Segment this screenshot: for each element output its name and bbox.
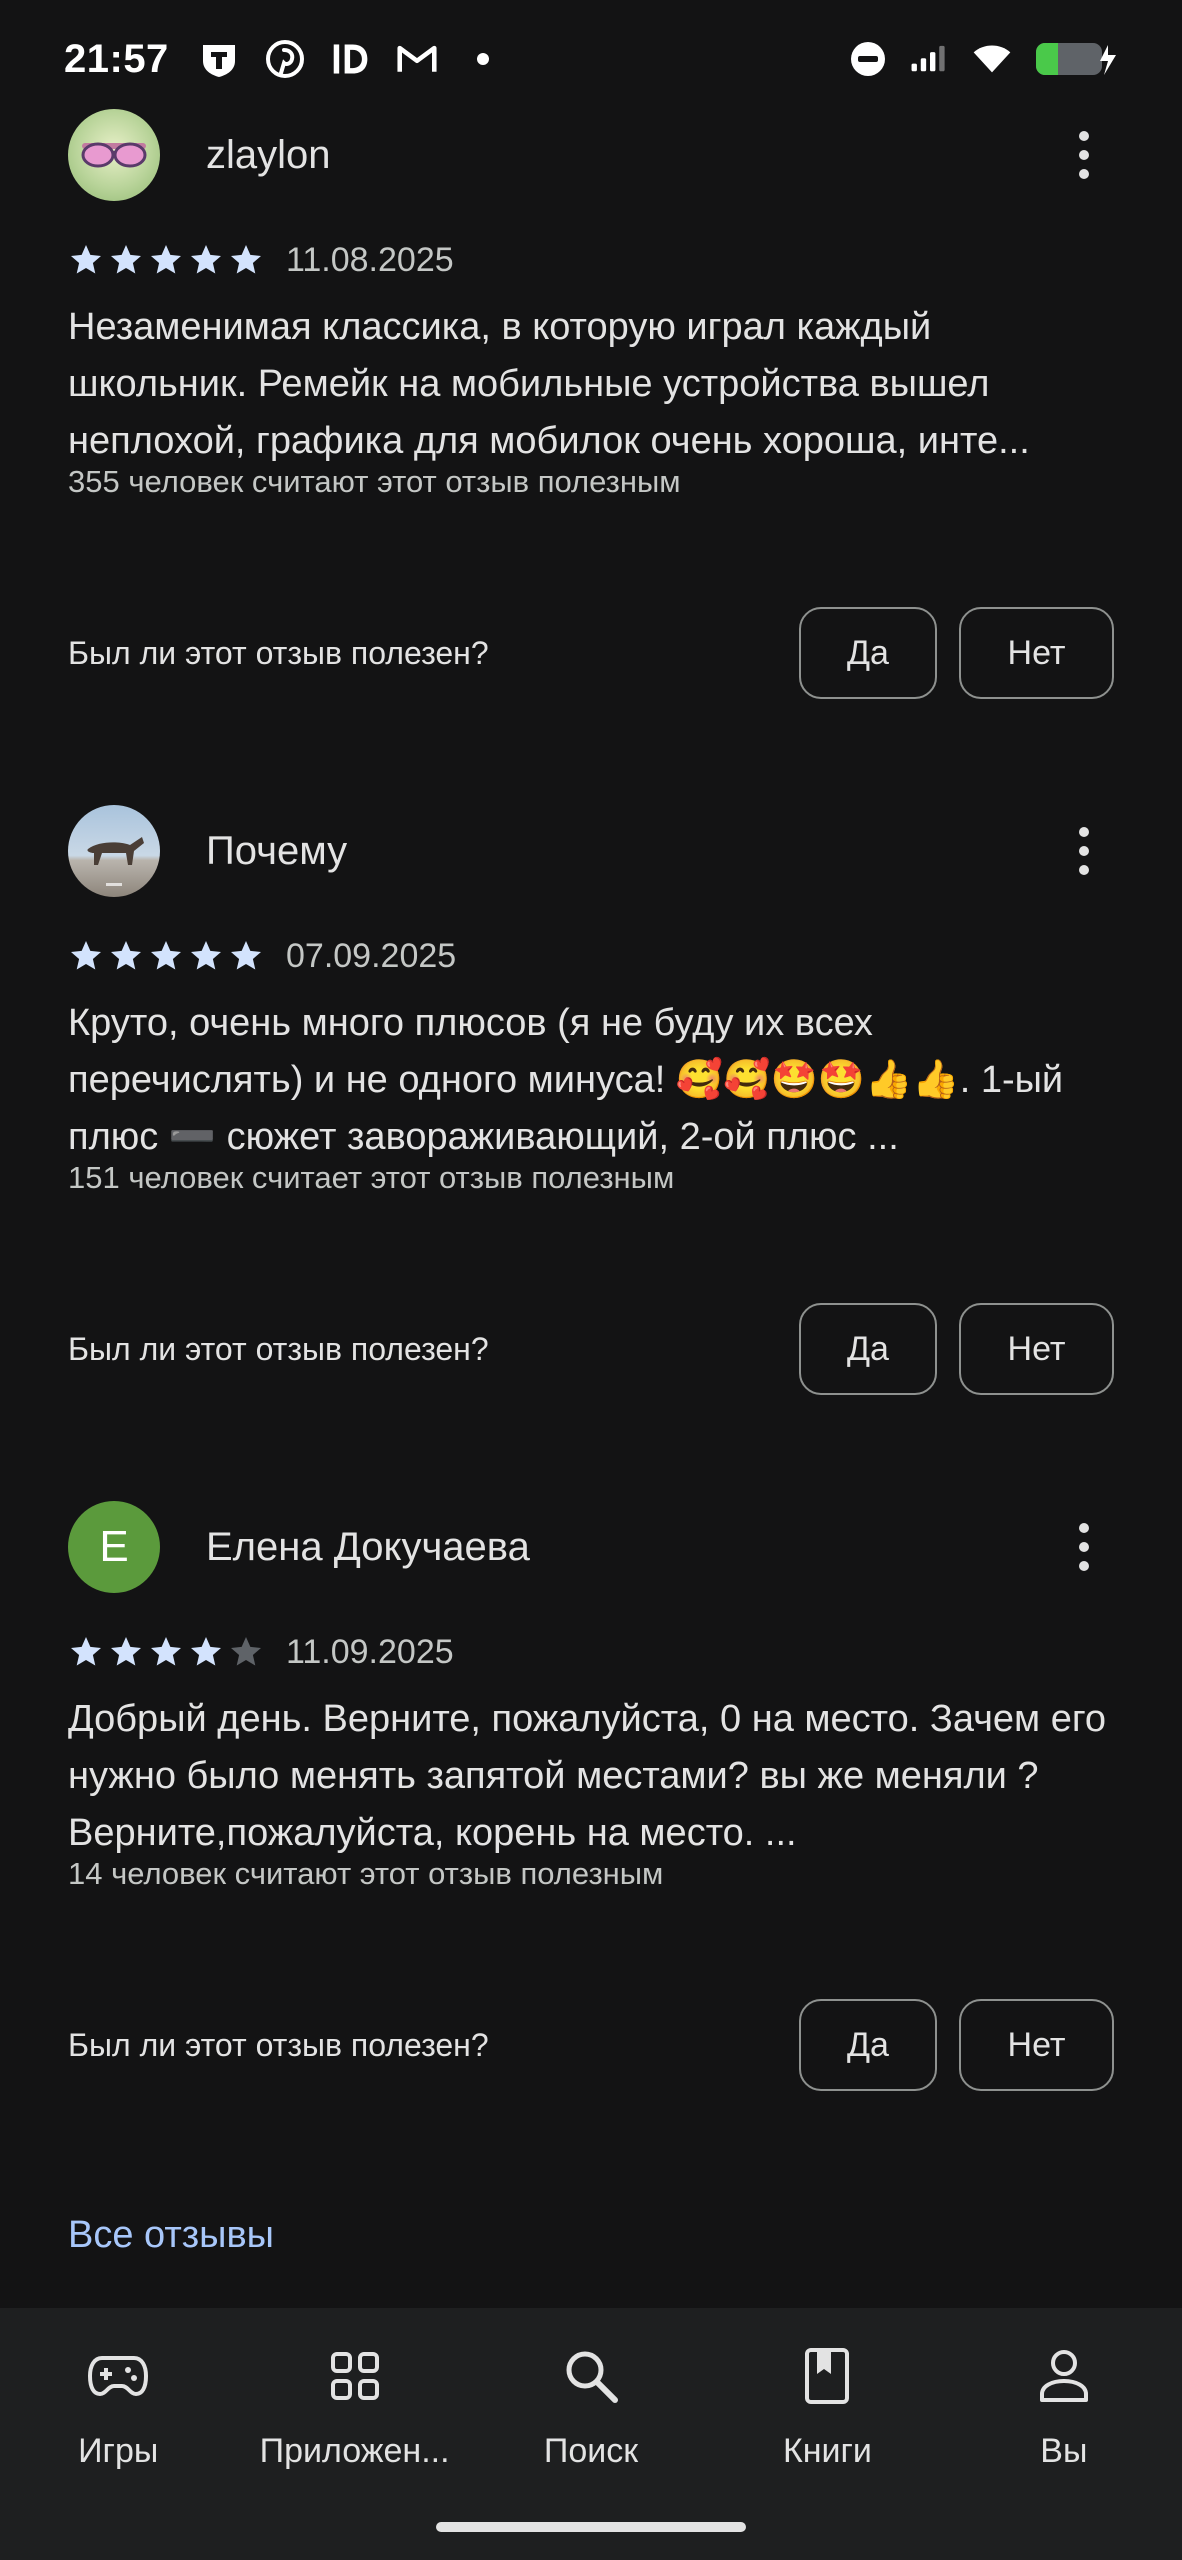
star-filled-icon xyxy=(71,1637,101,1666)
battery-charging-icon xyxy=(1034,39,1118,79)
no-button[interactable]: Нет xyxy=(959,1999,1114,2091)
yes-button[interactable]: Да xyxy=(799,1999,937,2091)
person-icon xyxy=(1032,2344,1096,2408)
review-card: Е Елена Докучаева 11.09.2025 Добрый день… xyxy=(0,1501,1182,2101)
star-filled-icon xyxy=(191,245,221,274)
gmail-icon xyxy=(397,39,437,79)
notification-dot-icon xyxy=(463,39,503,79)
star-filled-icon xyxy=(151,941,181,970)
review-date: 07.09.2025 xyxy=(286,936,457,975)
helpful-count: 14 человек считают этот отзыв полезным xyxy=(68,1856,664,1891)
review-date: 11.08.2025 xyxy=(286,240,454,279)
helpful-question: Был ли этот отзыв полезен? xyxy=(68,634,489,671)
helpful-row: Был ли этот отзыв полезен? Да Нет xyxy=(68,1302,1114,1396)
reviewer-name: Почему xyxy=(206,828,348,873)
star-filled-icon xyxy=(111,941,141,970)
review-text[interactable]: Круто, очень много плюсов (я не буду их … xyxy=(68,995,1108,1166)
star-filled-icon xyxy=(111,1637,141,1666)
review-text[interactable]: Незаменимая классика, в которую играл ка… xyxy=(68,299,1108,470)
status-system-icons xyxy=(848,39,1118,79)
star-empty-icon xyxy=(231,1637,261,1666)
apps-grid-icon xyxy=(323,2344,387,2408)
pinterest-icon xyxy=(265,39,305,79)
star-filled-icon xyxy=(71,245,101,274)
more-options-button[interactable] xyxy=(1054,115,1114,195)
review-date: 11.09.2025 xyxy=(286,1632,454,1671)
star-rating xyxy=(68,1634,264,1670)
rating-row: 11.08.2025 xyxy=(68,237,454,283)
star-filled-icon xyxy=(231,245,261,274)
home-indicator[interactable] xyxy=(436,2522,746,2532)
all-reviews-link[interactable]: Все отзывы xyxy=(68,2214,274,2257)
nav-item-you[interactable]: Вы xyxy=(946,2308,1182,2560)
status-bar: 21:57 xyxy=(0,0,1182,118)
reviewer-avatar[interactable] xyxy=(68,109,160,201)
rating-row: 11.09.2025 xyxy=(68,1629,454,1675)
star-filled-icon xyxy=(231,941,261,970)
star-filled-icon xyxy=(191,941,221,970)
star-filled-icon xyxy=(151,245,181,274)
nav-label: Вы xyxy=(1040,2432,1088,2470)
star-filled-icon xyxy=(71,941,101,970)
nav-label: Поиск xyxy=(543,2432,639,2470)
do-not-disturb-icon xyxy=(848,39,888,79)
helpful-question: Был ли этот отзыв полезен? xyxy=(68,1330,489,1367)
more-options-button[interactable] xyxy=(1054,1507,1114,1587)
review-header: zlaylon xyxy=(68,109,1114,201)
helpful-row: Был ли этот отзыв полезен? Да Нет xyxy=(68,606,1114,700)
nav-label: Книги xyxy=(782,2432,872,2470)
more-options-button[interactable] xyxy=(1054,811,1114,891)
yes-button[interactable]: Да xyxy=(799,1303,937,1395)
search-icon xyxy=(559,2344,623,2408)
t-shield-icon xyxy=(199,39,239,79)
no-button[interactable]: Нет xyxy=(959,607,1114,699)
page: 21:57 zlaylon 11.08.2025 Незаменимая кла… xyxy=(0,0,1182,2560)
review-card: zlaylon 11.08.2025 Незаменимая классика,… xyxy=(0,109,1182,709)
review-card: Почему 07.09.2025 Круто, очень много плю… xyxy=(0,805,1182,1405)
nav-item-games[interactable]: Игры xyxy=(0,2308,236,2560)
nav-label: Приложен... xyxy=(259,2432,450,2470)
gamepad-icon xyxy=(86,2344,150,2408)
helpful-row: Был ли этот отзыв полезен? Да Нет xyxy=(68,1998,1114,2092)
helpful-question: Был ли этот отзыв полезен? xyxy=(68,2026,489,2063)
reviewer-avatar[interactable] xyxy=(68,805,160,897)
nav-item-books[interactable]: Книги xyxy=(709,2308,945,2560)
signal-icon xyxy=(910,39,950,79)
star-filled-icon xyxy=(151,1637,181,1666)
avatar-letter: Е xyxy=(99,1522,129,1571)
review-text[interactable]: Добрый день. Верните, пожалуйста, 0 на м… xyxy=(68,1691,1108,1862)
reviewer-name: zlaylon xyxy=(206,132,331,177)
book-icon xyxy=(795,2344,859,2408)
star-rating xyxy=(68,242,264,278)
reviewer-avatar[interactable]: Е xyxy=(68,1501,160,1593)
review-header: Е Елена Докучаева xyxy=(68,1501,1114,1593)
rating-row: 07.09.2025 xyxy=(68,933,456,979)
yes-button[interactable]: Да xyxy=(799,607,937,699)
nav-label: Игры xyxy=(78,2432,159,2470)
reviewer-name: Елена Докучаева xyxy=(206,1524,530,1569)
wifi-icon xyxy=(972,39,1012,79)
star-filled-icon xyxy=(191,1637,221,1666)
review-header: Почему xyxy=(68,805,1114,897)
id-icon xyxy=(331,39,371,79)
no-button[interactable]: Нет xyxy=(959,1303,1114,1395)
status-time: 21:57 xyxy=(64,36,169,81)
helpful-count: 355 человек считают этот отзыв полезным xyxy=(68,464,681,499)
status-notification-icons xyxy=(199,39,503,79)
star-filled-icon xyxy=(111,245,141,274)
star-rating xyxy=(68,938,264,974)
helpful-count: 151 человек считает этот отзыв полезным xyxy=(68,1160,675,1195)
